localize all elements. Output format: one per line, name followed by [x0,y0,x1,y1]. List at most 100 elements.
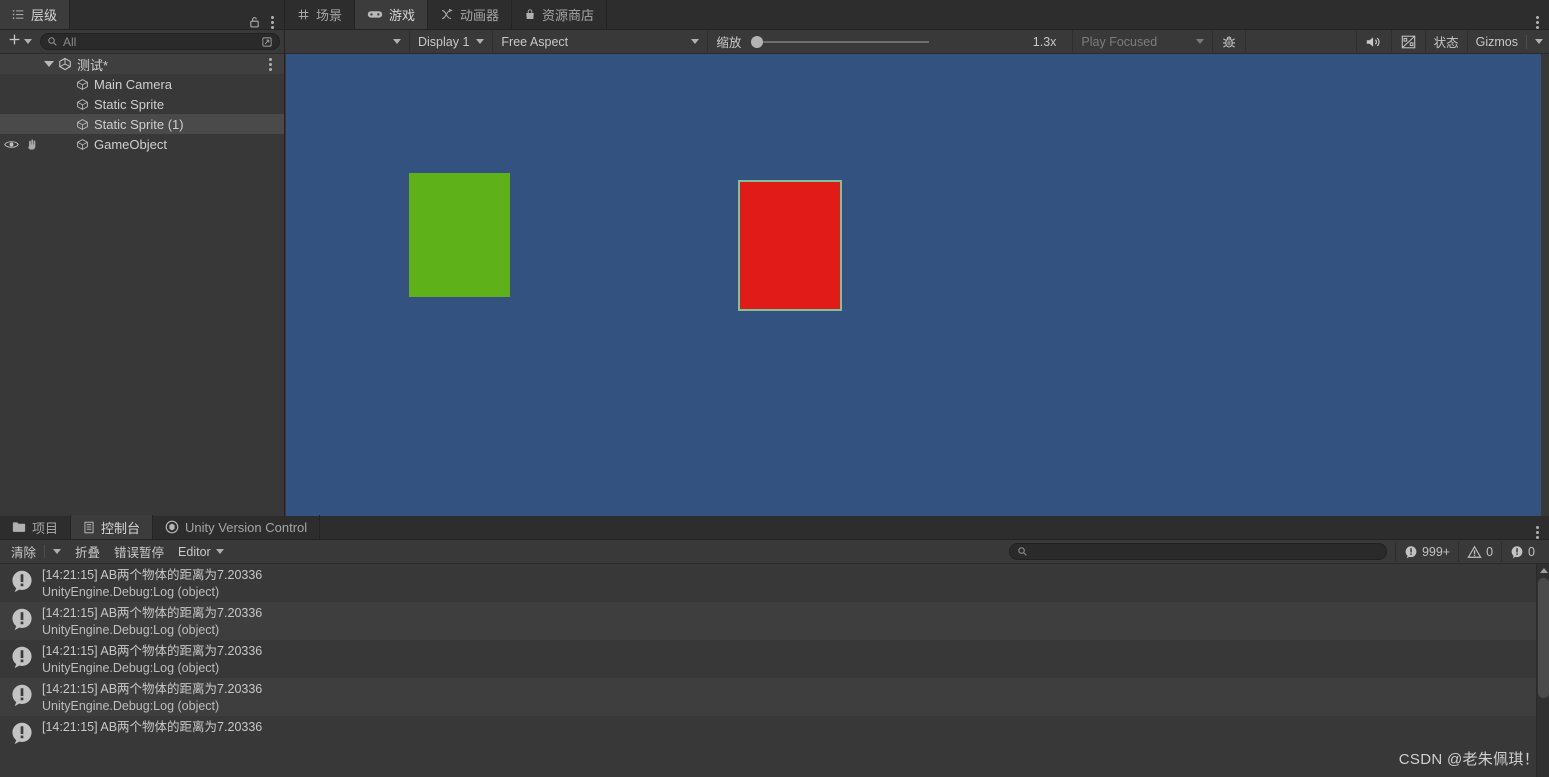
console-menu-icon[interactable] [1536,526,1539,539]
chevron-down-icon [1535,39,1543,44]
editor-dropdown[interactable]: Editor [171,542,231,561]
hand-pointer-icon[interactable] [25,138,38,151]
console-icon [83,521,95,534]
search-icon [47,36,58,47]
view-tabstrip: 场景 游戏 动画器 资源商店 [285,0,1549,30]
view-menu-icon[interactable] [1536,16,1539,29]
gamepad-icon [367,8,383,20]
hierarchy-item-label: Static Sprite [94,96,165,112]
console-panel: 项目 控制台 Unity Version Control 清除 折叠 错误暂停 … [0,515,1549,777]
hierarchy-scene-row[interactable]: 测试* [0,54,284,74]
chevron-down-icon [1196,39,1205,44]
tab-game-label: 游戏 [389,7,416,23]
display-dropdown[interactable]: Display 1 [410,29,494,54]
hierarchy-toolbar: All [0,30,284,54]
tab-asset-store[interactable]: 资源商店 [512,0,608,29]
scale-slider-group[interactable]: 缩放 1.3x [708,29,1074,54]
hierarchy-menu-icon[interactable] [271,15,274,29]
log-entry[interactable]: [14:21:15] AB两个物体的距离为7.20336 UnityEngine… [0,602,1536,640]
hierarchy-item-label: GameObject [94,136,167,152]
unity-scene-icon [58,57,72,71]
console-search-input[interactable] [1008,543,1387,560]
bug-icon [1221,34,1237,50]
log-count-badge[interactable]: 999+ [1394,541,1458,562]
hierarchy-item-static-sprite[interactable]: Static Sprite [0,94,284,114]
game-toolbar: Display 1 Free Aspect 缩放 1.3x Play Focus… [285,29,1549,54]
log-entry[interactable]: [14:21:15] AB两个物体的距离为7.20336 UnityEngine… [0,564,1536,602]
aspect-dropdown[interactable]: Free Aspect [493,29,709,54]
tab-console-label: 控制台 [101,520,141,536]
log-entry[interactable]: [14:21:15] AB两个物体的距离为7.20336 UnityEngine… [0,640,1536,678]
collapse-button[interactable]: 折叠 [68,542,107,561]
expand-triangle-icon[interactable] [44,61,54,67]
red-sprite [738,180,842,311]
log-info-icon [10,569,34,593]
tab-project[interactable]: 项目 [0,515,72,539]
scrollbar-thumb[interactable] [1538,578,1549,698]
chevron-down-icon [24,39,32,44]
hierarchy-scene-menu-icon[interactable] [269,57,272,71]
game-render-canvas[interactable] [286,54,1541,516]
filter-expand-icon[interactable] [261,36,273,48]
log-entry-stack: UnityEngine.Debug:Log (object) [42,623,220,637]
console-scrollbar[interactable] [1536,564,1549,777]
tab-console[interactable]: 控制台 [71,515,154,539]
game-view-panel: 场景 游戏 动画器 资源商店 Display 1 Free Aspect 缩放 … [285,0,1549,516]
clear-label: 清除 [11,546,37,560]
hierarchy-item-gameobject[interactable]: GameObject [0,134,284,154]
tab-game[interactable]: 游戏 [355,0,429,29]
log-info-icon [10,683,34,707]
tab-animator[interactable]: 动画器 [428,0,513,29]
game-view-options-dropdown[interactable] [285,29,410,54]
debug-button[interactable] [1213,29,1247,54]
tab-scene[interactable]: 场景 [285,0,356,29]
tab-unity-version-control[interactable]: Unity Version Control [153,515,321,539]
scale-slider[interactable] [751,35,930,48]
hierarchy-scene-name: 测试* [77,57,109,73]
toolbar-filler [1246,29,1357,54]
aspect-dropdown-label: Free Aspect [501,34,569,49]
unity-editor-window: 层级 All 测试* Main Camera Static Sprite Sta… [0,0,1549,777]
log-entry[interactable]: [14:21:15] AB两个物体的距离为7.20336 UnityEngine… [0,678,1536,716]
error-pause-button[interactable]: 错误暂停 [107,542,171,561]
scroll-up-arrow-icon[interactable] [1540,568,1548,573]
tab-hierarchy-label: 层级 [31,7,58,23]
console-toolbar: 清除 折叠 错误暂停 Editor 999+ 0 0 [0,540,1549,564]
log-entry-message: [14:21:15] AB两个物体的距离为7.20336 [42,606,263,620]
stats-button[interactable]: 状态 [1426,29,1468,54]
clear-button[interactable]: 清除 [4,542,68,561]
log-entry[interactable]: [14:21:15] AB两个物体的距离为7.20336 [0,716,1536,754]
warning-count-badge[interactable]: 0 [1458,541,1501,562]
lock-icon[interactable] [248,15,261,29]
console-log-list[interactable]: [14:21:15] AB两个物体的距离为7.20336 UnityEngine… [0,564,1536,777]
log-entry-message: [14:21:15] AB两个物体的距离为7.20336 [42,568,263,582]
scale-slider-knob[interactable] [751,35,764,48]
hierarchy-tabstrip: 层级 [0,0,284,30]
stats-graph-icon [1400,34,1417,50]
eye-icon[interactable] [4,139,19,150]
hierarchy-item-static-sprite-1[interactable]: Static Sprite (1) [0,114,284,134]
mute-audio-button[interactable] [1357,29,1392,54]
log-entry-message: [14:21:15] AB两个物体的距离为7.20336 [42,682,263,696]
error-count-badge[interactable]: 0 [1501,541,1545,562]
chevron-down-icon [476,39,485,44]
hierarchy-item-label: Main Camera [94,76,173,92]
tab-hierarchy[interactable]: 层级 [0,0,71,29]
create-object-button[interactable] [4,33,36,51]
green-sprite [409,173,510,297]
gizmos-dropdown[interactable]: Gizmos [1468,30,1549,54]
hierarchy-search-placeholder: All [63,34,77,49]
audio-speaker-icon [1365,35,1383,49]
hierarchy-search-input[interactable]: All [40,33,280,50]
play-focused-dropdown[interactable]: Play Focused [1073,29,1214,54]
animator-icon [440,8,454,21]
log-entry-stack: UnityEngine.Debug:Log (object) [42,585,220,599]
log-entry-message: [14:21:15] AB两个物体的距离为7.20336 [42,720,263,734]
log-entry-stack: UnityEngine.Debug:Log (object) [42,661,220,675]
gameobject-cube-icon [76,118,89,131]
log-count-value: 999+ [1421,544,1451,559]
search-icon [1017,546,1028,557]
hierarchy-item-main-camera[interactable]: Main Camera [0,74,284,94]
hierarchy-item-label: Static Sprite (1) [94,116,184,132]
stats-toggle-button[interactable] [1392,29,1426,54]
